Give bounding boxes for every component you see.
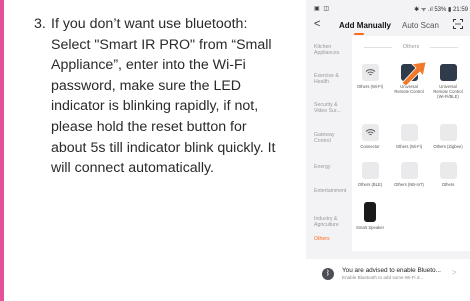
device-tile-label: Others bbox=[441, 182, 455, 187]
device-tile[interactable]: Smart Speaker bbox=[355, 202, 385, 230]
sidebar-item-others[interactable]: Others bbox=[314, 236, 350, 242]
device-tile[interactable]: Others (Wi-Fi) bbox=[355, 64, 385, 89]
device-tile[interactable]: Universal Remote Control (Wi-Fi/BLE) bbox=[433, 64, 463, 99]
device-tile[interactable]: Others bbox=[433, 162, 463, 187]
instruction-block: 3. If you don’t want use bluetooth: Sele… bbox=[34, 14, 284, 179]
bluetooth-icon: ᛒ bbox=[322, 268, 334, 280]
status-left-icons: ▣ ◫ bbox=[314, 6, 331, 12]
active-tab-indicator bbox=[354, 33, 364, 35]
device-tile[interactable]: Others (Zigbee) bbox=[433, 124, 463, 149]
category-sidebar: Kitchen Appliances Exercise & Health Sec… bbox=[306, 36, 352, 246]
device-tile[interactable]: Others (NB-IoT) bbox=[394, 162, 424, 187]
device-icon bbox=[439, 162, 457, 179]
sidebar-item-entertainment[interactable]: Entertainment bbox=[314, 188, 350, 194]
device-icon bbox=[400, 162, 418, 179]
step-text: If you don’t want use bluetooth: Select … bbox=[51, 16, 276, 177]
pointer-arrow-icon bbox=[401, 61, 427, 87]
status-right: ✱ ᯤ .ıl 53% ▮ 21:59 bbox=[414, 7, 468, 13]
device-tile-label: Others (Wi-Fi) bbox=[395, 144, 423, 149]
device-icon bbox=[361, 162, 379, 179]
speaker-icon bbox=[364, 202, 376, 222]
sidebar-item-energy[interactable]: Energy bbox=[314, 164, 350, 170]
sidebar-item-exercise[interactable]: Exercise & Health bbox=[314, 73, 350, 86]
notice-subtitle: Enable Bluetooth to add some Wi-Fi d... bbox=[342, 275, 424, 280]
device-tile[interactable]: Others (BLE) bbox=[355, 162, 385, 187]
bluetooth-notice[interactable]: ᛒ You are advised to enable Blueto... En… bbox=[306, 259, 470, 301]
sidebar-item-gateway[interactable]: Gateway Control bbox=[314, 132, 350, 145]
remote-icon bbox=[439, 64, 457, 81]
device-icon bbox=[400, 124, 418, 141]
device-tile-label: Others (Wi-Fi) bbox=[356, 84, 384, 89]
section-title: Others bbox=[352, 44, 470, 50]
status-bar: ▣ ◫ ✱ ᯤ .ıl 53% ▮ 21:59 bbox=[306, 0, 470, 16]
sidebar-item-security[interactable]: Security & Video Sur... bbox=[314, 102, 350, 115]
device-tile-label: Universal Remote Control (Wi-Fi/BLE) bbox=[433, 84, 463, 99]
tab-add-manually[interactable]: Add Manually bbox=[339, 21, 391, 30]
device-tile-label: Connector bbox=[360, 144, 380, 149]
device-tile[interactable]: Connector bbox=[355, 124, 385, 149]
phone-screenshot: ▣ ◫ ✱ ᯤ .ıl 53% ▮ 21:59 < Add Manually A… bbox=[306, 0, 470, 301]
notice-title: You are advised to enable Blueto... bbox=[342, 267, 441, 274]
device-tile[interactable]: Others (Wi-Fi) bbox=[394, 124, 424, 149]
sidebar-item-kitchen[interactable]: Kitchen Appliances bbox=[314, 44, 350, 57]
device-icon bbox=[439, 124, 457, 141]
sidebar-item-industry[interactable]: Industry & Agriculture bbox=[314, 216, 350, 229]
scan-icon[interactable] bbox=[453, 19, 463, 29]
device-tile-label: Others (Zigbee) bbox=[433, 144, 463, 149]
step-number: 3. bbox=[34, 16, 46, 32]
device-tile-label: Smart Speaker bbox=[356, 225, 384, 230]
back-button[interactable]: < bbox=[314, 18, 320, 30]
app-header: < Add Manually Auto Scan bbox=[306, 16, 470, 36]
chevron-right-icon: > bbox=[452, 268, 457, 277]
device-tile-label: Others (NB-IoT) bbox=[394, 182, 424, 187]
wifi-icon bbox=[361, 124, 379, 141]
device-tile-label: Others (BLE) bbox=[357, 182, 383, 187]
left-accent-bar bbox=[0, 0, 4, 301]
wifi-icon bbox=[361, 64, 379, 81]
tab-auto-scan[interactable]: Auto Scan bbox=[402, 21, 439, 30]
